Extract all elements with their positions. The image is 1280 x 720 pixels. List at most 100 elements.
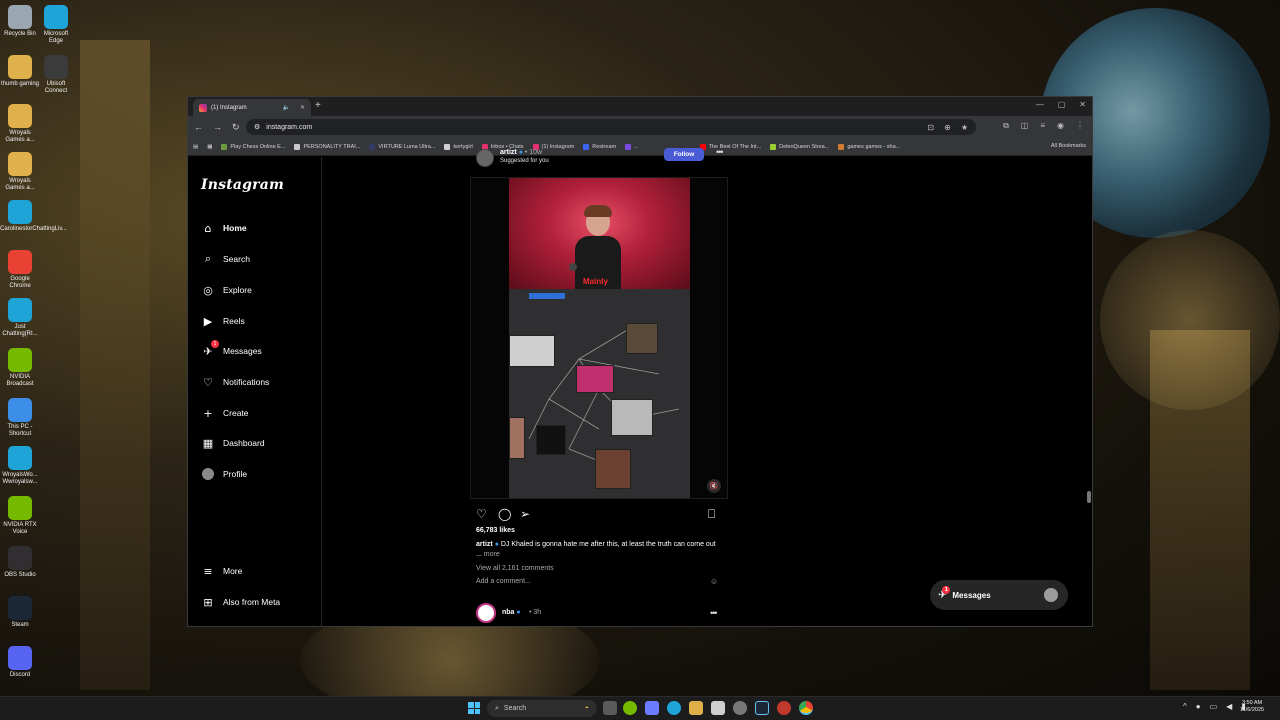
desktop-icon[interactable]: Steam: [0, 596, 40, 629]
windows-start-icon[interactable]: [468, 702, 480, 714]
desktop-icon[interactable]: Recycle Bin: [0, 5, 40, 38]
steam-taskbar-icon[interactable]: [755, 701, 769, 715]
close-window-icon[interactable]: ✕: [1079, 100, 1086, 109]
network-icon[interactable]: ▭: [1210, 702, 1218, 711]
bookmark-item[interactable]: VIRTURE Luma Ultra...: [369, 143, 435, 150]
nav-label: Home: [223, 223, 247, 233]
nav-profile[interactable]: Profile: [201, 466, 247, 482]
like-count[interactable]: 66,783 likes: [476, 527, 515, 534]
mind-map-board: [509, 289, 690, 498]
all-bookmarks[interactable]: All Bookmarks: [1051, 143, 1086, 149]
next-post-options-icon[interactable]: •••: [710, 608, 718, 618]
forward-icon[interactable]: →: [213, 122, 222, 132]
sidepanel-icon[interactable]: ◫: [1021, 121, 1029, 131]
media-icon[interactable]: ≡: [1040, 121, 1045, 131]
desktop-icon[interactable]: Ubisoft Connect: [36, 55, 76, 95]
desktop-icon[interactable]: CarolinestorChattingLiv...: [0, 200, 67, 233]
desktop-icon[interactable]: OBS Studio: [0, 546, 40, 579]
desktop-icon[interactable]: Microsoft Edge: [36, 5, 76, 45]
notepad-icon[interactable]: [711, 701, 725, 715]
post-avatar[interactable]: [476, 149, 494, 167]
comment-input[interactable]: Add a comment...: [476, 578, 531, 585]
app-icon[interactable]: [777, 701, 791, 715]
desktop-icon[interactable]: thumb gaming: [0, 55, 40, 88]
bookmark-folder-icon[interactable]: ▤: [193, 144, 198, 150]
next-post-username[interactable]: nba ●: [502, 609, 521, 616]
maximize-icon[interactable]: ▢: [1058, 100, 1066, 109]
taskbar-search[interactable]: ⌕ Search ◓: [487, 700, 597, 717]
nav-home[interactable]: ⌂ Home: [201, 220, 247, 236]
speaker-icon[interactable]: 🔈: [282, 104, 289, 111]
new-tab-button[interactable]: +: [315, 100, 321, 111]
zoom-icon[interactable]: ⊕: [944, 123, 951, 132]
bookmark-item[interactable]: kertygirl: [444, 143, 473, 150]
bookmark-item[interactable]: Play Chess Online E...: [221, 143, 285, 150]
extensions-icon[interactable]: ⧉: [1003, 121, 1009, 131]
nav-create[interactable]: + Create: [201, 405, 248, 421]
address-bar[interactable]: ⚙ instagram.com ⊡ ⊕ ★: [246, 119, 976, 135]
caption-text: DJ Khaled is gonna hate me after this, a…: [476, 541, 716, 558]
messages-pill[interactable]: ✈ 1 Messages: [930, 580, 1068, 610]
clock[interactable]: 3:50 AM 11/6/2025: [1240, 700, 1264, 714]
settings-icon[interactable]: [733, 701, 747, 715]
close-tab-icon[interactable]: ✕: [300, 104, 305, 111]
bookmark-item[interactable]: PERSONALITY TRAI...: [294, 143, 360, 150]
post-username[interactable]: artizt ● • 10w: [500, 149, 542, 156]
nav-messages[interactable]: ✈ 1 Messages: [201, 340, 262, 359]
caption-username[interactable]: artizt: [476, 541, 493, 548]
tab-instagram[interactable]: (1) Instagram 🔈 ✕: [193, 99, 311, 116]
nav-explore[interactable]: ◎ Explore: [201, 282, 252, 298]
post-video[interactable]: Mainly 🔇: [470, 177, 728, 499]
minimize-icon[interactable]: —: [1036, 100, 1044, 109]
nav-dashboard[interactable]: ▦ Dashboard: [201, 435, 265, 451]
task-view-icon[interactable]: [603, 701, 617, 715]
nba-avatar[interactable]: [476, 603, 496, 623]
instagram-logo[interactable]: Instagram: [201, 177, 284, 193]
desktop-icon-label: Wroyals Games a...: [5, 130, 35, 143]
mute-icon[interactable]: 🔇: [707, 479, 721, 493]
profile-icon[interactable]: ◉: [1057, 121, 1064, 131]
back-icon[interactable]: ←: [194, 122, 203, 132]
copilot-icon[interactable]: [645, 701, 659, 715]
nav-notifications[interactable]: ♡ Notifications: [201, 374, 269, 390]
post-options-icon[interactable]: •••: [716, 147, 724, 157]
nav-label: Explore: [223, 285, 252, 295]
edge-taskbar-icon[interactable]: [667, 701, 681, 715]
emoji-icon[interactable]: ☺: [710, 577, 718, 586]
comment-icon[interactable]: ◯: [498, 507, 511, 521]
bookmark-item[interactable]: DelenQueen Strea...: [770, 143, 829, 150]
bookmark-star-icon[interactable]: ★: [961, 123, 968, 132]
caption-more-link[interactable]: more: [484, 551, 500, 558]
chrome-taskbar-icon[interactable]: [799, 701, 813, 715]
desktop-icon[interactable]: NVIDIA Broadcast: [0, 348, 40, 388]
desktop-icon[interactable]: WroyalsWo... Wwroyalsw...: [0, 446, 40, 486]
desktop-icon[interactable]: NVIDIA RTX Voice: [0, 496, 40, 536]
desktop-icon[interactable]: Discord: [0, 646, 40, 679]
volume-icon[interactable]: ◀: [1226, 702, 1232, 711]
explorer-icon[interactable]: [689, 701, 703, 715]
tray-chevron-icon[interactable]: ^: [1183, 702, 1187, 711]
desktop-icon[interactable]: Google Chrome: [0, 250, 40, 290]
apps-grid-icon[interactable]: ▦: [207, 144, 212, 150]
desktop-icon[interactable]: This PC - Shortcut: [0, 398, 40, 438]
share-icon[interactable]: ➢: [520, 507, 530, 521]
nav-reels[interactable]: ▶ Reels: [201, 313, 245, 329]
nav-also-from-meta[interactable]: ⊞ Also from Meta: [201, 594, 280, 610]
page-scrollbar[interactable]: [1087, 491, 1091, 503]
nav-search[interactable]: ⌕ Search: [201, 251, 250, 267]
mic-icon[interactable]: ●: [1196, 702, 1201, 711]
reload-icon[interactable]: ↻: [232, 122, 240, 133]
bookmark-item[interactable]: games games - sha...: [838, 143, 900, 150]
save-icon[interactable]: ⎕: [708, 507, 715, 522]
desktop-icon[interactable]: Wroyals Games a...: [0, 104, 40, 144]
desktop-icon[interactable]: Wroyals Games a...: [0, 152, 40, 192]
nav-more[interactable]: ≡ More: [201, 563, 242, 579]
site-info-icon[interactable]: ⚙: [254, 123, 260, 131]
nvidia-taskbar-icon[interactable]: [623, 701, 637, 715]
menu-dots-icon[interactable]: ⋮: [1076, 121, 1084, 131]
install-app-icon[interactable]: ⊡: [927, 123, 934, 132]
view-comments-link[interactable]: View all 2,161 comments: [476, 565, 554, 572]
like-icon[interactable]: ♡: [476, 507, 487, 521]
desktop-icon[interactable]: Just Chatting(RI...: [0, 298, 40, 338]
follow-button[interactable]: Follow: [664, 148, 704, 161]
